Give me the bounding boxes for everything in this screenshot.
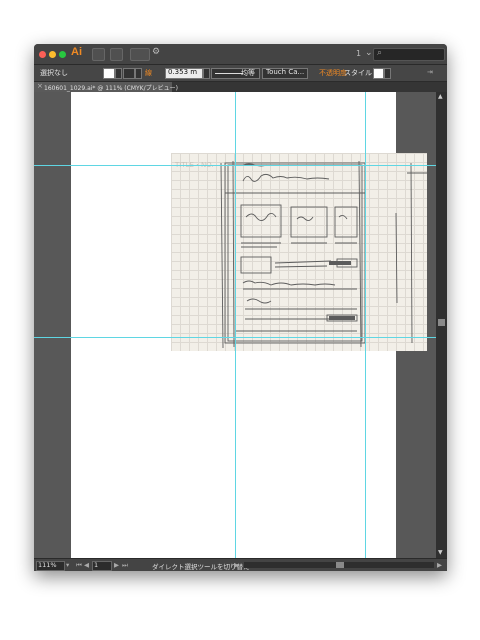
zoom-window-button[interactable]	[59, 51, 66, 58]
profile-label: 均等	[241, 69, 255, 77]
scroll-right-icon[interactable]: ▶	[437, 561, 442, 569]
title-bar: Ai ⚙ 1 ⌄ ⌕	[34, 44, 447, 65]
status-bar: 111% ▾ ⏮ ◀ 1 ▶ ⏭ ダイレクト選択ツールを切り替え ▶ ▶	[34, 558, 447, 571]
style-label: スタイル :	[344, 69, 377, 77]
vertical-guide-right[interactable]	[365, 92, 366, 558]
horizontal-scroll-thumb[interactable]	[336, 562, 344, 568]
close-window-button[interactable]	[39, 51, 46, 58]
scroll-down-icon[interactable]: ▼	[438, 549, 443, 556]
placed-sketch-image[interactable]: TITLE・NO.	[171, 153, 427, 351]
search-icon: ⌕	[377, 48, 383, 58]
control-bar: 選択なし 線 0.353 m 均等 Touch Ca... 不透明度 スタイル …	[34, 65, 447, 82]
stroke-label[interactable]: 線	[145, 68, 152, 78]
first-artboard-icon[interactable]: ⏮	[76, 561, 82, 570]
document-tab-title: 160601_1029.ai* @ 111% (CMYK/プレビュー)	[44, 85, 178, 92]
sketch-drawing: TITLE・NO.	[174, 160, 427, 349]
horizontal-scrollbar[interactable]	[244, 562, 434, 568]
zoom-value: 111%	[38, 561, 57, 569]
close-icon[interactable]: ×	[37, 82, 43, 90]
stroke-weight-value: 0.353 m	[168, 68, 198, 76]
vertical-guide-left[interactable]	[235, 92, 236, 558]
illustrator-window: Ai ⚙ 1 ⌄ ⌕ 選択なし 線 0.353 m 均等 Touch Ca...…	[34, 44, 447, 571]
style-swatch[interactable]	[373, 68, 384, 79]
stroke-dropdown[interactable]	[135, 68, 142, 79]
profile-line	[215, 73, 243, 74]
scroll-up-icon[interactable]: ▲	[438, 93, 443, 100]
next-artboard-icon[interactable]: ▶	[114, 561, 119, 569]
brush-label: Touch Ca...	[266, 68, 305, 76]
stock-button[interactable]	[110, 48, 123, 61]
panel-menu-icon[interactable]: ⇥	[427, 68, 433, 76]
fill-swatch[interactable]	[103, 68, 115, 79]
stroke-swatch[interactable]	[123, 68, 135, 79]
zoom-dropdown-icon[interactable]: ▾	[66, 561, 69, 569]
status-menu-icon[interactable]: ▶	[234, 561, 239, 569]
document-tab[interactable]: × 160601_1029.ai* @ 111% (CMYK/プレビュー)	[34, 82, 178, 92]
previous-artboard-icon[interactable]: ◀	[84, 561, 89, 569]
fill-dropdown[interactable]	[115, 68, 122, 79]
document-tab-bar: × 160601_1029.ai* @ 111% (CMYK/プレビュー)	[34, 82, 447, 92]
selection-status: 選択なし	[40, 69, 68, 77]
vertical-scroll-thumb[interactable]	[438, 319, 445, 326]
workspace-number[interactable]: 1	[356, 49, 361, 58]
artboard-number: 1	[94, 561, 99, 569]
opacity-label[interactable]: 不透明度	[319, 68, 347, 78]
minimize-window-button[interactable]	[49, 51, 56, 58]
vertical-scrollbar[interactable]: ▲ ▼	[436, 92, 447, 558]
canvas-area[interactable]: TITLE・NO.	[34, 92, 436, 558]
bridge-button[interactable]	[92, 48, 105, 61]
style-dropdown[interactable]	[384, 68, 391, 79]
app-logo: Ai	[71, 46, 82, 58]
last-artboard-icon[interactable]: ⏭	[122, 561, 128, 570]
stroke-weight-dropdown[interactable]	[203, 68, 210, 79]
chevron-down-icon[interactable]: ⌄	[365, 48, 373, 58]
gpu-performance-icon[interactable]: ⚙	[152, 47, 160, 57]
search-field[interactable]: ⌕	[373, 48, 445, 61]
arrange-documents-button[interactable]	[130, 48, 150, 61]
